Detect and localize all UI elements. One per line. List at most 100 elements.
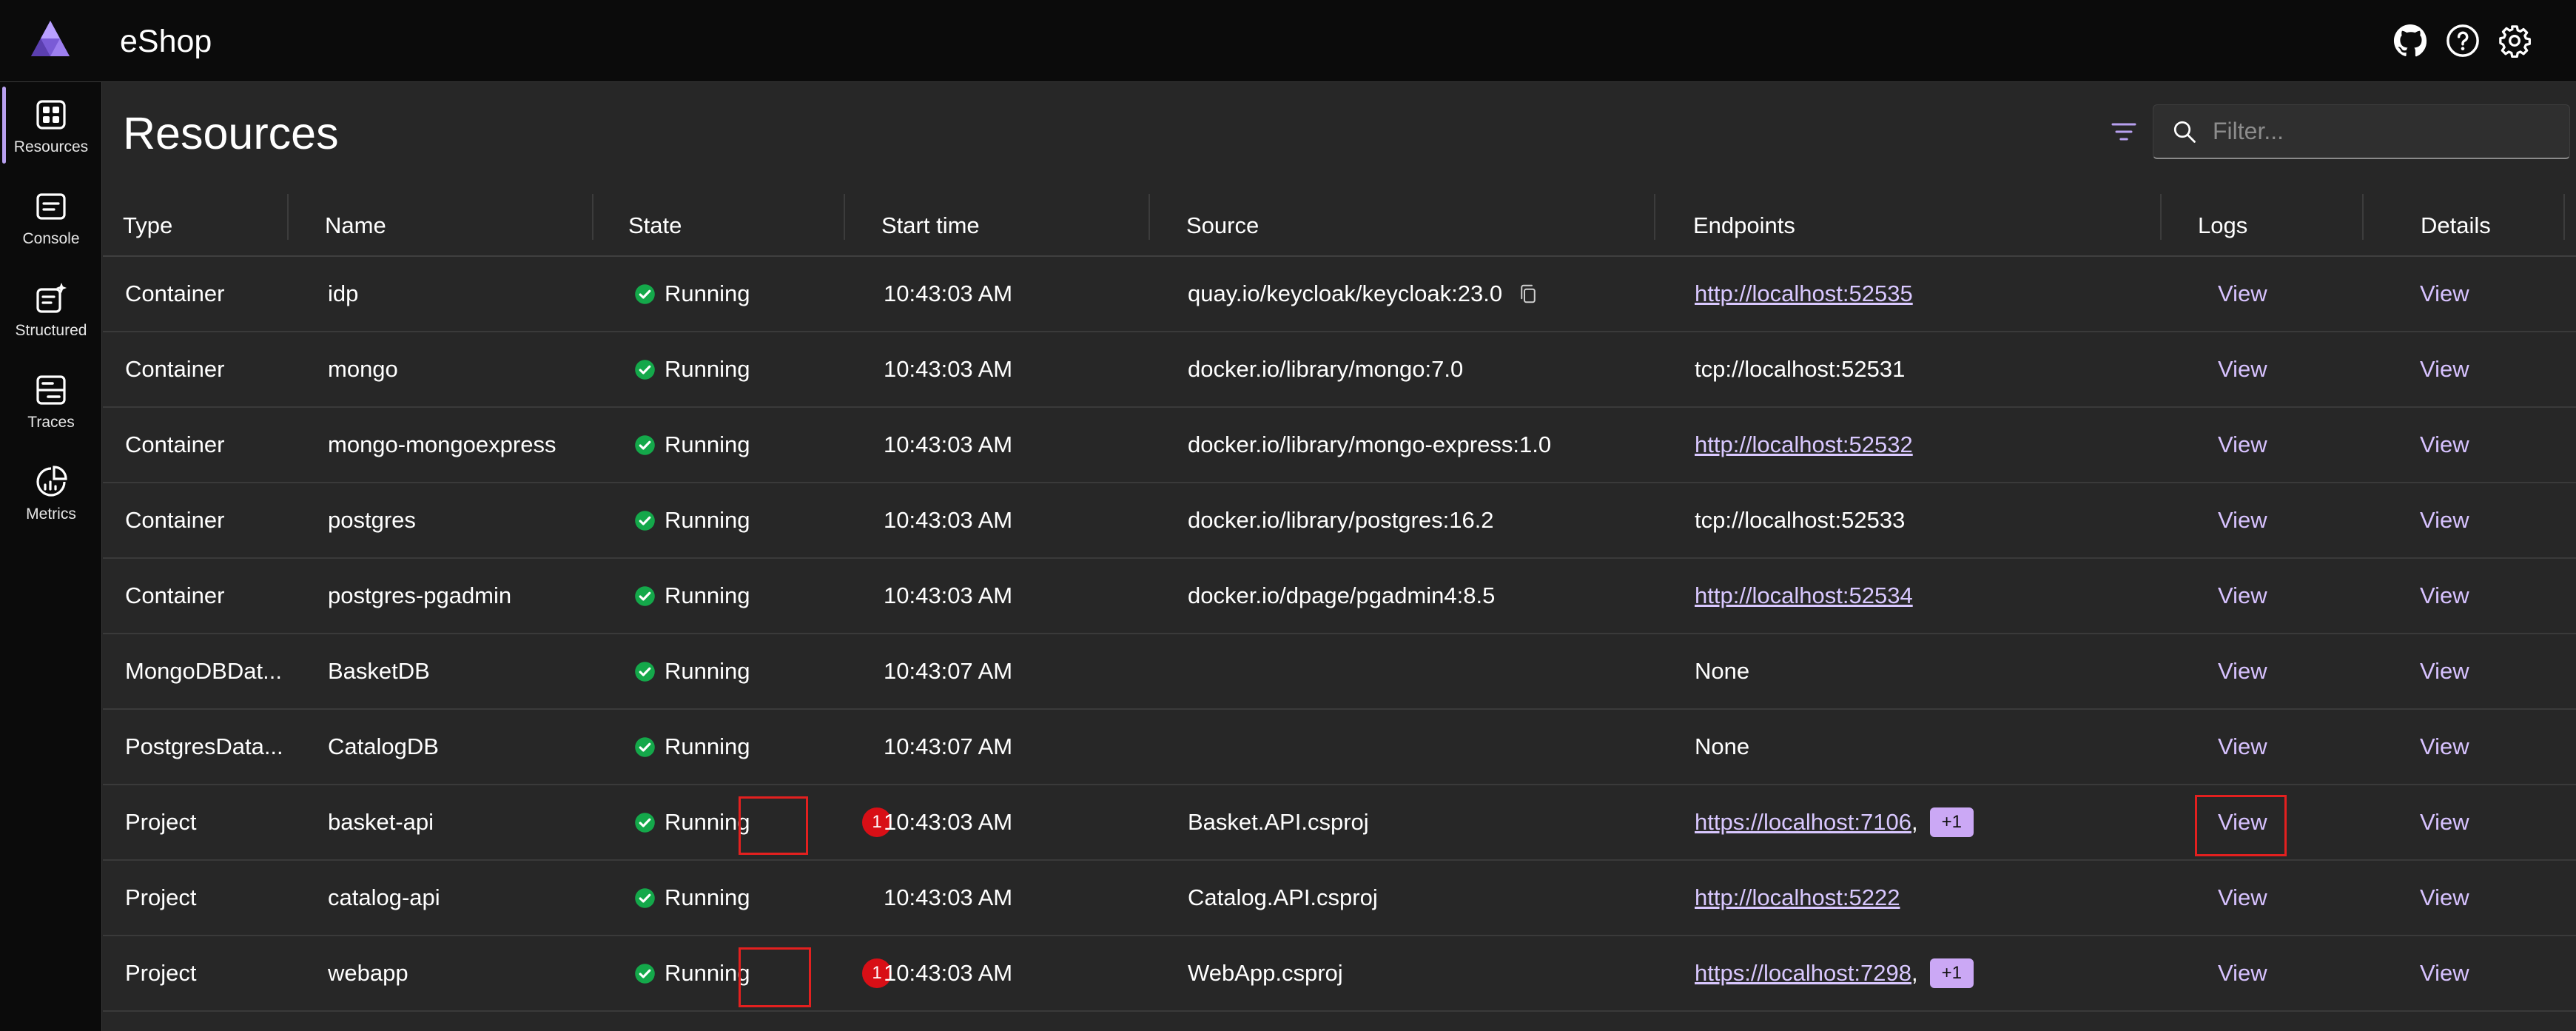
cell-start-time: 10:43:03 AM [884, 483, 1012, 557]
logs-view-link[interactable]: View [2218, 356, 2267, 383]
table-header: Type Name State Start time Source Endpoi… [103, 194, 2576, 257]
filter-search-box[interactable] [2153, 104, 2570, 159]
cell-start-time: 10:43:03 AM [884, 257, 1012, 331]
github-icon[interactable] [2393, 24, 2427, 58]
details-view-link[interactable]: View [2420, 356, 2469, 383]
running-check-icon [634, 736, 656, 758]
nav-label: Resources [14, 138, 88, 156]
logs-view-link[interactable]: View [2218, 281, 2267, 307]
nav-item-console[interactable]: Console [0, 174, 102, 260]
nav-item-structured[interactable]: Structured [0, 266, 102, 352]
column-header-name[interactable]: Name [325, 194, 386, 257]
column-header-endpoints[interactable]: Endpoints [1693, 194, 1795, 257]
details-view-link[interactable]: View [2420, 658, 2469, 685]
cell-source: docker.io/library/postgres:16.2 [1188, 483, 1494, 557]
table-body: ContaineridpRunning10:43:03 AMquay.io/ke… [103, 257, 2576, 1012]
cell-logs: View [2218, 710, 2267, 784]
nav-item-resources[interactable]: Resources [0, 82, 102, 168]
aspire-logo-icon[interactable] [30, 19, 71, 58]
logs-view-link[interactable]: View [2218, 733, 2267, 760]
cell-state: Running [634, 483, 750, 557]
details-view-link[interactable]: View [2420, 507, 2469, 534]
running-check-icon [634, 510, 656, 531]
logs-view-link[interactable]: View [2218, 507, 2267, 534]
console-icon [33, 189, 69, 224]
table-row: ContainerpostgresRunning10:43:03 AMdocke… [103, 483, 2576, 559]
source-text: docker.io/dpage/pgadmin4:8.5 [1188, 582, 1495, 609]
logs-view-link[interactable]: View [2218, 582, 2267, 609]
column-header-source[interactable]: Source [1186, 194, 1259, 257]
table-row: Containerpostgres-pgadminRunning10:43:03… [103, 559, 2576, 634]
cell-endpoints: None [1695, 710, 1749, 784]
source-text: docker.io/library/mongo-express:1.0 [1188, 431, 1551, 458]
state-indicator: Running [634, 356, 750, 383]
cell-type: MongoDBDat... [125, 634, 282, 708]
search-icon [2171, 118, 2198, 145]
state-indicator: Running [634, 507, 750, 534]
endpoint-link[interactable]: http://localhost:52532 [1695, 431, 1913, 458]
filter-icon[interactable] [2109, 117, 2139, 147]
logs-view-link[interactable]: View [2218, 884, 2267, 911]
endpoint-link[interactable]: https://localhost:7298 [1695, 960, 1911, 987]
column-separator[interactable] [287, 194, 289, 240]
help-icon[interactable] [2446, 24, 2480, 58]
cell-source: docker.io/library/mongo:7.0 [1188, 332, 1463, 406]
column-separator[interactable] [2160, 194, 2162, 240]
details-view-link[interactable]: View [2420, 281, 2469, 307]
column-header-state[interactable]: State [628, 194, 682, 257]
column-header-start-time[interactable]: Start time [881, 194, 980, 257]
logs-view-link[interactable]: View [2218, 431, 2267, 458]
details-view-link[interactable]: View [2420, 809, 2469, 836]
endpoint-link[interactable]: http://localhost:5222 [1695, 884, 1900, 911]
left-nav: Resources Console Structured Traces [0, 82, 102, 1031]
nav-item-traces[interactable]: Traces [0, 357, 102, 443]
source-text: Basket.API.csproj [1188, 809, 1369, 836]
more-endpoints-badge[interactable]: +1 [1930, 807, 1974, 837]
cell-state: Running [634, 861, 750, 935]
cell-name: catalog-api [328, 861, 440, 935]
cell-type: Container [125, 332, 224, 406]
details-view-link[interactable]: View [2420, 733, 2469, 760]
cell-type: Project [125, 861, 196, 935]
cell-state: Running [634, 634, 750, 708]
running-check-icon [634, 661, 656, 682]
state-label: Running [665, 960, 750, 987]
details-view-link[interactable]: View [2420, 582, 2469, 609]
details-view-link[interactable]: View [2420, 884, 2469, 911]
cell-state: Running [634, 408, 750, 482]
details-view-link[interactable]: View [2420, 960, 2469, 987]
column-separator[interactable] [1654, 194, 1655, 240]
cell-start-time: 10:43:03 AM [884, 785, 1012, 859]
endpoint-link[interactable]: http://localhost:52534 [1695, 582, 1913, 609]
column-separator[interactable] [2563, 194, 2565, 240]
state-indicator: Running [634, 733, 750, 760]
cell-details: View [2420, 559, 2469, 633]
cell-details: View [2420, 936, 2469, 1010]
endpoint-link[interactable]: http://localhost:52535 [1695, 281, 1913, 307]
more-endpoints-badge[interactable]: +1 [1930, 958, 1974, 988]
column-header-logs[interactable]: Logs [2198, 194, 2247, 257]
cell-logs: View [2218, 483, 2267, 557]
endpoint-link[interactable]: https://localhost:7106 [1695, 809, 1911, 836]
settings-icon[interactable] [2498, 24, 2532, 58]
details-view-link[interactable]: View [2420, 431, 2469, 458]
structured-icon [33, 281, 69, 316]
nav-label: Structured [16, 322, 87, 340]
table-row: ContainermongoRunning10:43:03 AMdocker.i… [103, 332, 2576, 408]
logs-view-link[interactable]: View [2218, 658, 2267, 685]
metrics-icon [33, 464, 69, 500]
nav-item-metrics[interactable]: Metrics [0, 449, 102, 535]
column-separator[interactable] [2362, 194, 2364, 240]
copy-icon[interactable] [1517, 283, 1539, 305]
column-separator[interactable] [844, 194, 845, 240]
column-separator[interactable] [592, 194, 593, 240]
logs-view-link[interactable]: View [2218, 960, 2267, 987]
cell-endpoints: None [1695, 634, 1749, 708]
column-separator[interactable] [1149, 194, 1150, 240]
table-row: ContaineridpRunning10:43:03 AMquay.io/ke… [103, 257, 2576, 332]
column-header-type[interactable]: Type [123, 194, 172, 257]
column-header-details[interactable]: Details [2421, 194, 2491, 257]
state-label: Running [665, 281, 750, 307]
filter-input[interactable] [2213, 110, 2562, 154]
cell-start-time: 10:43:03 AM [884, 332, 1012, 406]
